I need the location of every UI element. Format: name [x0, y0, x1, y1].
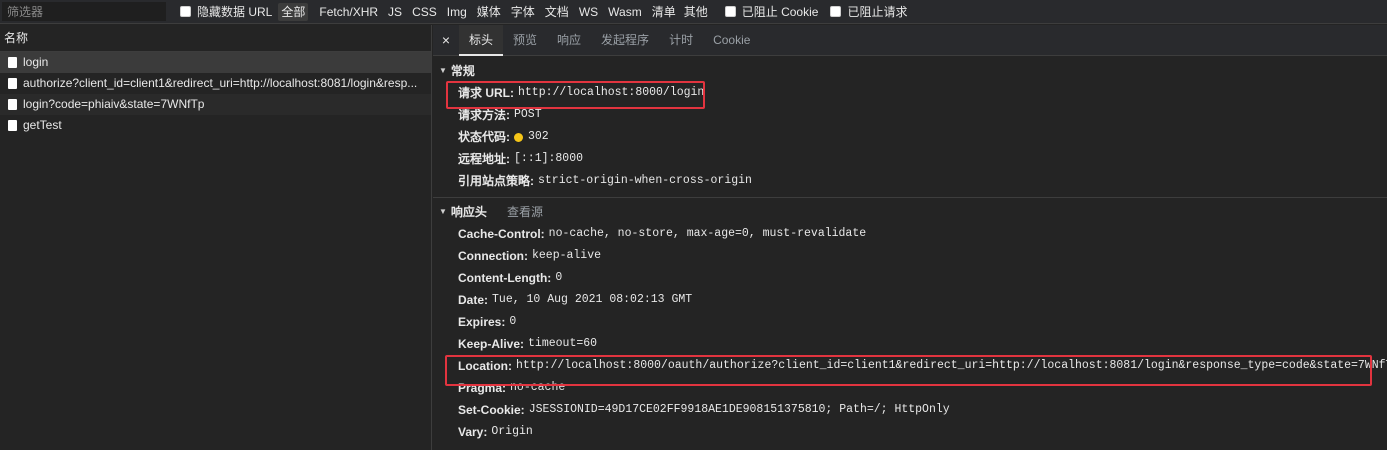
response-header-row: Vary: Origin: [433, 421, 1387, 443]
request-name: login?code=phiaiv&state=7WNfTp: [23, 97, 205, 111]
header-value: timeout=60: [528, 337, 598, 350]
request-row[interactable]: authorize?client_id=client1&redirect_uri…: [0, 73, 431, 94]
status-dot-icon: [514, 132, 523, 142]
type-filter-ws[interactable]: WS: [576, 3, 601, 21]
header-key: Keep-Alive:: [458, 337, 525, 351]
header-key: Pragma:: [458, 381, 507, 395]
response-header-row: Content-Length: 0: [433, 267, 1387, 289]
header-key: Cache-Control:: [458, 227, 545, 241]
general-row: 状态代码: 302: [433, 126, 1387, 148]
header-key: Set-Cookie:: [458, 403, 525, 417]
document-icon: [8, 120, 17, 131]
tab-preview[interactable]: 预览: [503, 25, 547, 56]
general-section-header[interactable]: ▼ 常规: [433, 60, 1387, 82]
response-header-row: Location: http://localhost:8000/oauth/au…: [433, 355, 1387, 377]
type-filter-wasm[interactable]: Wasm: [605, 3, 645, 21]
header-value: http://localhost:8000/login: [518, 86, 705, 99]
status-code: 302: [528, 130, 549, 143]
response-header-row: Set-Cookie: JSESSIONID=49D17CE02FF9918AE…: [433, 399, 1387, 421]
response-header-row: Pragma: no-cache: [433, 377, 1387, 399]
blocked-requests-label: 已阻止请求: [847, 5, 908, 19]
header-key: 状态代码:: [458, 130, 510, 144]
type-filter-font[interactable]: 字体: [508, 3, 538, 21]
request-row[interactable]: login?code=phiaiv&state=7WNfTp: [0, 94, 431, 115]
header-value: no-cache: [510, 381, 566, 394]
request-row[interactable]: login: [0, 52, 431, 73]
response-header-row: Keep-Alive: timeout=60: [433, 333, 1387, 355]
general-row: 远程地址: [::1]:8000: [433, 148, 1387, 170]
close-icon[interactable]: ×: [433, 32, 459, 48]
response-header-row: Date: Tue, 10 Aug 2021 08:02:13 GMT: [433, 289, 1387, 311]
request-row[interactable]: getTest: [0, 115, 431, 136]
request-name: getTest: [23, 118, 62, 132]
header-value: 0: [509, 315, 517, 328]
response-header-row: Connection: keep-alive: [433, 245, 1387, 267]
request-name: authorize?client_id=client1&redirect_uri…: [23, 76, 418, 90]
tab-response[interactable]: 响应: [547, 25, 591, 56]
tab-timing[interactable]: 计时: [659, 25, 703, 56]
document-icon: [8, 99, 17, 110]
request-name: login: [23, 55, 49, 69]
header-value: no-cache, no-store, max-age=0, must-reva…: [548, 227, 867, 240]
header-key: 请求 URL:: [458, 86, 514, 100]
type-filter-other[interactable]: 其他: [681, 3, 711, 21]
name-column-header[interactable]: 名称: [0, 25, 431, 52]
type-filter-manifest[interactable]: 清单: [649, 3, 679, 21]
tab-initiator[interactable]: 发起程序: [591, 25, 659, 56]
general-row: 引用站点策略: strict-origin-when-cross-origin: [433, 170, 1387, 192]
header-value: [::1]:8000: [514, 152, 584, 165]
header-value: strict-origin-when-cross-origin: [538, 174, 752, 187]
view-source-link[interactable]: 查看源: [507, 201, 543, 223]
type-filter-css[interactable]: CSS: [409, 3, 440, 21]
response-header-row: Cache-Control: no-cache, no-store, max-a…: [433, 223, 1387, 245]
type-filter-js[interactable]: JS: [385, 3, 405, 21]
type-filter-fetch-xhr[interactable]: Fetch/XHR: [316, 3, 381, 21]
checkbox[interactable]: [180, 6, 191, 17]
section-title: 响应头: [450, 205, 487, 219]
header-key: Location:: [458, 359, 512, 373]
triangle-down-icon: ▼: [439, 207, 447, 216]
checkbox[interactable]: [830, 6, 842, 17]
header-value: Tue, 10 Aug 2021 08:02:13 GMT: [492, 293, 693, 306]
header-value: http://localhost:8000/oauth/authorize?cl…: [516, 359, 1387, 372]
filter-toolbar: 隐藏数据 URL 全部 Fetch/XHR JS CSS Img 媒体 字体 文…: [0, 0, 1387, 24]
header-key: 请求方法:: [458, 108, 510, 122]
blocked-cookies-toggle[interactable]: 已阻止 Cookie: [724, 3, 819, 20]
header-key: Vary:: [458, 425, 488, 439]
filter-input[interactable]: [2, 2, 166, 21]
header-key: Date:: [458, 293, 489, 307]
header-value: keep-alive: [532, 249, 602, 262]
section-title: 常规: [450, 64, 475, 78]
header-key: Content-Length:: [458, 271, 552, 285]
header-value: Origin: [491, 425, 533, 438]
response-header-row: Expires: 0: [433, 311, 1387, 333]
blocked-cookies-label: 已阻止 Cookie: [741, 5, 819, 19]
hide-data-url-toggle[interactable]: 隐藏数据 URL: [180, 3, 272, 20]
general-row: 请求 URL: http://localhost:8000/login: [433, 82, 1387, 104]
document-icon: [8, 57, 17, 68]
general-row: 请求方法: POST: [433, 104, 1387, 126]
type-filter-media[interactable]: 媒体: [474, 3, 504, 21]
type-filter-img[interactable]: Img: [444, 3, 470, 21]
detail-tabbar: × 标头 预览 响应 发起程序 计时 Cookie: [433, 24, 1387, 56]
header-key: 引用站点策略:: [458, 174, 534, 188]
header-value: JSESSIONID=49D17CE02FF9918AE1DE908151375…: [528, 403, 950, 416]
tab-cookies[interactable]: Cookie: [703, 25, 760, 56]
checkbox[interactable]: [724, 6, 736, 17]
request-detail-panel: × 标头 预览 响应 发起程序 计时 Cookie ▼ 常规 请求 URL: h…: [433, 24, 1387, 450]
header-value: POST: [514, 108, 542, 121]
request-list-panel: 名称 login authorize?client_id=client1&red…: [0, 25, 432, 450]
type-filter-doc[interactable]: 文档: [542, 3, 572, 21]
header-key: Connection:: [458, 249, 528, 263]
tab-headers[interactable]: 标头: [459, 24, 504, 56]
triangle-down-icon: ▼: [439, 66, 447, 75]
header-value: 0: [555, 271, 563, 284]
blocked-requests-toggle[interactable]: 已阻止请求: [830, 3, 907, 20]
hide-data-url-label: 隐藏数据 URL: [197, 5, 273, 19]
type-filter-all[interactable]: 全部: [278, 2, 309, 21]
response-headers-section-header[interactable]: ▼ 响应头 查看源: [433, 201, 1387, 223]
document-icon: [8, 78, 17, 89]
header-key: Expires:: [458, 315, 506, 329]
header-key: 远程地址:: [458, 152, 510, 166]
